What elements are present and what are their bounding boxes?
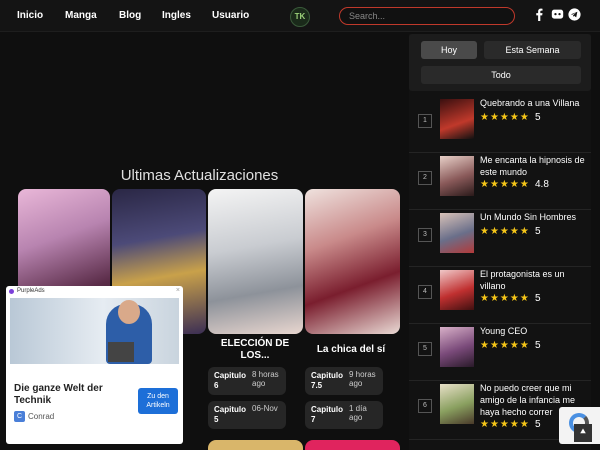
rating-score: 5 (535, 112, 541, 123)
discord-icon[interactable] (551, 8, 564, 21)
ranking-title[interactable]: Quebrando a una Villana (480, 97, 588, 109)
ad-image[interactable] (10, 298, 179, 364)
nav-inicio[interactable]: Inicio (17, 10, 43, 21)
top-navbar: Inicio Manga Blog Ingles Usuario TK (0, 0, 600, 32)
chapter-label: Capitulo 7.5 (311, 371, 343, 390)
telegram-icon[interactable] (568, 8, 581, 21)
chapter-time: 8 horas ago (252, 370, 279, 388)
rank-number: 2 (418, 171, 432, 185)
chapter-time: 06-Nov (252, 404, 278, 413)
ranking-title[interactable]: Me encanta la hipnosis de este mundo (480, 154, 588, 178)
manga-cover[interactable] (305, 440, 400, 450)
manga-cover[interactable] (208, 189, 303, 334)
rating-stars: ★★★★★ (480, 293, 530, 304)
period-hoy-button[interactable]: Hoy (421, 41, 477, 59)
site-logo[interactable]: TK (290, 7, 310, 27)
chapter-label: Capitulo 5 (214, 405, 246, 424)
manga-thumbnail[interactable] (440, 384, 474, 424)
chapter-time: 9 horas ago (349, 370, 376, 388)
rank-number: 5 (418, 342, 432, 356)
rating-score: 5 (535, 340, 541, 351)
chapter-chip[interactable]: Capitulo 5 06-Nov (208, 401, 286, 429)
manga-title[interactable]: ELECCIÓN DE LOS... (209, 338, 301, 362)
rank-number: 6 (418, 399, 432, 413)
nav-usuario[interactable]: Usuario (212, 10, 249, 21)
ranking-item[interactable]: 1 Quebrando a una Villana ★★★★★ 5 (409, 97, 591, 153)
rating-score: 5 (535, 293, 541, 304)
purpleads-logo-icon (9, 289, 14, 294)
nav-manga[interactable]: Manga (65, 10, 97, 21)
ranking-title[interactable]: Young CEO (480, 325, 588, 337)
scroll-to-top-button[interactable]: ⯅ (574, 424, 592, 442)
rating-stars: ★★★★★ (480, 340, 530, 351)
manga-card[interactable] (208, 189, 303, 334)
manga-thumbnail[interactable] (440, 156, 474, 196)
facebook-icon[interactable] (533, 8, 546, 21)
rating-score: 5 (535, 419, 541, 430)
search-input[interactable] (339, 7, 515, 25)
ranking-item[interactable]: 2 Me encanta la hipnosis de este mundo ★… (409, 154, 591, 210)
manga-title[interactable]: La chica del sí (305, 344, 397, 356)
manga-cover[interactable] (305, 189, 400, 334)
ranking-item[interactable]: 5 Young CEO ★★★★★ 5 (409, 325, 591, 381)
popular-sidebar: Hoy Esta Semana Todo 1 Quebrando a una V… (409, 34, 591, 450)
advertiser-logo-icon: C (14, 411, 25, 422)
manga-cover[interactable] (208, 440, 303, 450)
rank-number: 1 (418, 114, 432, 128)
period-semana-button[interactable]: Esta Semana (484, 41, 581, 59)
chapter-chip[interactable]: Capitulo 7 1 día ago (305, 401, 383, 429)
rating-stars: ★★★★★ (480, 112, 530, 123)
chapter-label: Capitulo 7 (311, 405, 343, 424)
rating-stars: ★★★★★ (480, 226, 530, 237)
rating-stars: ★★★★★ (480, 419, 530, 430)
manga-thumbnail[interactable] (440, 270, 474, 310)
chapter-chip[interactable]: Capitulo 7.5 9 horas ago (305, 367, 383, 395)
chapter-time: 1 día ago (349, 404, 367, 422)
ranking-item[interactable]: 4 El protagonista es un villano ★★★★★ 5 (409, 268, 591, 324)
rating-stars: ★★★★★ (480, 179, 530, 190)
manga-thumbnail[interactable] (440, 99, 474, 139)
ad-advertiser: Conrad (28, 412, 55, 421)
rank-number: 4 (418, 285, 432, 299)
close-icon[interactable]: × (176, 287, 180, 294)
section-title: Ultimas Actualizaciones (120, 167, 279, 184)
ad-cta-button[interactable]: Zu den Artikeln (138, 388, 178, 414)
period-todo-button[interactable]: Todo (421, 66, 581, 84)
ad-popup[interactable]: PurpleAds × Die ganze Welt der Technik Z… (6, 286, 183, 444)
ad-brand: PurpleAds (17, 288, 45, 294)
ad-headline[interactable]: Die ganze Welt der Technik (14, 383, 134, 407)
period-filter: Hoy Esta Semana Todo (409, 34, 591, 91)
chapter-label: Capitulo 6 (214, 371, 246, 390)
chapter-chip[interactable]: Capitulo 6 8 horas ago (208, 367, 286, 395)
rank-number: 3 (418, 228, 432, 242)
rating-score: 5 (535, 226, 541, 237)
ranking-item[interactable]: 3 Un Mundo Sin Hombres ★★★★★ 5 (409, 211, 591, 267)
rating-score: 4.8 (535, 179, 549, 190)
manga-thumbnail[interactable] (440, 213, 474, 253)
nav-ingles[interactable]: Ingles (162, 10, 191, 21)
nav-blog[interactable]: Blog (119, 10, 141, 21)
manga-thumbnail[interactable] (440, 327, 474, 367)
manga-card[interactable] (305, 189, 400, 334)
ranking-title[interactable]: El protagonista es un villano (480, 268, 588, 292)
ranking-title[interactable]: Un Mundo Sin Hombres (480, 211, 588, 223)
